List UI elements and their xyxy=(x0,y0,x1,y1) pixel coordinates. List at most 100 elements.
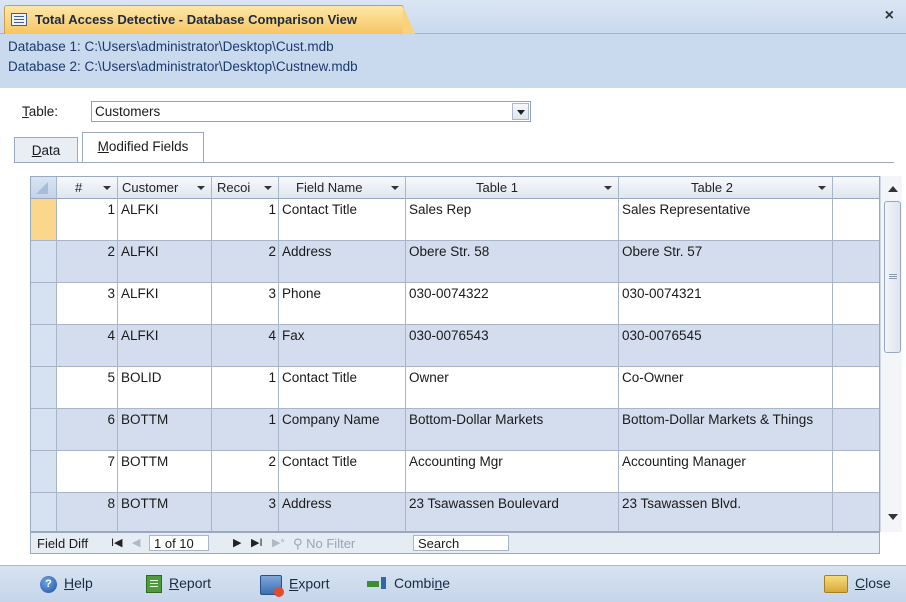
cell-number[interactable]: 6 xyxy=(57,409,118,451)
cell-number[interactable]: 5 xyxy=(57,367,118,409)
table-row[interactable]: 7 BOTTM 2 Contact Title Accounting Mgr Accoun… xyxy=(31,451,879,493)
cell-customer[interactable]: ALFKI xyxy=(118,325,212,367)
cell-number[interactable]: 7 xyxy=(57,451,118,493)
cell-field-name[interactable]: Address xyxy=(279,241,406,283)
cell-blank[interactable] xyxy=(833,493,879,531)
column-header-num[interactable]: # xyxy=(57,177,118,199)
cell-customer[interactable]: BOTTM xyxy=(118,451,212,493)
cell-table-2[interactable]: 030-0076545 xyxy=(619,325,833,367)
table-row[interactable]: 5 BOLID 1 Contact Title Owner Co-Owner xyxy=(31,367,879,409)
cell-customer[interactable]: ALFKI xyxy=(118,283,212,325)
table-row[interactable]: 1 ALFKI 1 Contact Title Sales Rep Sales Repre… xyxy=(31,199,879,241)
cell-number[interactable]: 1 xyxy=(57,199,118,241)
cell-number[interactable]: 4 xyxy=(57,325,118,367)
cell-record[interactable]: 3 xyxy=(212,283,279,325)
table-row[interactable]: 4 ALFKI 4 Fax 030-0076543 030-0076545 xyxy=(31,325,879,367)
export-button[interactable]: Export xyxy=(260,575,329,597)
cell-table-1[interactable]: Bottom-Dollar Markets xyxy=(406,409,619,451)
new-record-icon[interactable]: ▶* xyxy=(272,536,285,549)
row-selector[interactable] xyxy=(31,199,57,241)
close-button[interactable]: Close xyxy=(824,575,891,594)
row-selector[interactable] xyxy=(31,325,57,367)
cell-table-2[interactable]: 030-0074321 xyxy=(619,283,833,325)
table-row[interactable]: 3 ALFKI 3 Phone 030-0074322 030-0074321 xyxy=(31,283,879,325)
cell-field-name[interactable]: Address xyxy=(279,493,406,531)
row-selector[interactable] xyxy=(31,493,57,531)
sort-arrow-icon[interactable] xyxy=(103,186,111,190)
sort-arrow-icon[interactable] xyxy=(197,186,205,190)
close-icon[interactable]: × xyxy=(885,8,894,24)
cell-blank[interactable] xyxy=(833,409,879,451)
sort-arrow-icon[interactable] xyxy=(391,186,399,190)
cell-table-1[interactable]: Owner xyxy=(406,367,619,409)
select-all-button[interactable] xyxy=(31,177,57,199)
cell-record[interactable]: 2 xyxy=(212,451,279,493)
table-row[interactable]: 8 BOTTM 3 Address 23 Tsawassen Boulevard 23 T… xyxy=(31,493,879,531)
cell-blank[interactable] xyxy=(833,367,879,409)
cell-customer[interactable]: BOLID xyxy=(118,367,212,409)
cell-field-name[interactable]: Contact Title xyxy=(279,367,406,409)
combine-button[interactable]: Combine xyxy=(367,575,450,591)
sort-arrow-icon[interactable] xyxy=(264,186,272,190)
tab-modified-fields[interactable]: Modified Fields xyxy=(82,132,204,163)
cell-blank[interactable] xyxy=(833,451,879,493)
cell-blank[interactable] xyxy=(833,199,879,241)
column-header-customer[interactable]: Customer xyxy=(118,177,212,199)
cell-number[interactable]: 2 xyxy=(57,241,118,283)
cell-record[interactable]: 4 xyxy=(212,325,279,367)
row-selector[interactable] xyxy=(31,283,57,325)
column-header-record[interactable]: Recoi xyxy=(212,177,279,199)
cell-table-2[interactable]: 23 Tsawassen Blvd. xyxy=(619,493,833,531)
sort-arrow-icon[interactable] xyxy=(818,186,826,190)
table-row[interactable]: 2 ALFKI 2 Address Obere Str. 58 Obere Str. 57 xyxy=(31,241,879,283)
row-selector[interactable] xyxy=(31,451,57,493)
cell-record[interactable]: 1 xyxy=(212,199,279,241)
cell-field-name[interactable]: Fax xyxy=(279,325,406,367)
cell-blank[interactable] xyxy=(833,325,879,367)
sort-arrow-icon[interactable] xyxy=(604,186,612,190)
cell-record[interactable]: 3 xyxy=(212,493,279,531)
cell-customer[interactable]: BOTTM xyxy=(118,493,212,531)
cell-table-1[interactable]: 23 Tsawassen Boulevard xyxy=(406,493,619,531)
help-button[interactable]: ? Help xyxy=(40,575,93,593)
scroll-down-icon[interactable] xyxy=(888,514,898,520)
cell-field-name[interactable]: Phone xyxy=(279,283,406,325)
next-record-icon[interactable]: ▶ xyxy=(233,536,241,549)
cell-table-2[interactable]: Co-Owner xyxy=(619,367,833,409)
cell-customer[interactable]: BOTTM xyxy=(118,409,212,451)
scroll-thumb[interactable] xyxy=(884,201,901,353)
cell-customer[interactable]: ALFKI xyxy=(118,199,212,241)
record-position-field[interactable]: 1 of 10 xyxy=(149,535,209,551)
first-record-icon[interactable]: I◀ xyxy=(111,536,123,549)
cell-table-1[interactable]: Sales Rep xyxy=(406,199,619,241)
cell-blank[interactable] xyxy=(833,241,879,283)
chevron-down-icon[interactable] xyxy=(512,103,529,120)
cell-record[interactable]: 1 xyxy=(212,367,279,409)
column-header-field-name[interactable]: Field Name xyxy=(279,177,406,199)
row-selector[interactable] xyxy=(31,367,57,409)
cell-customer[interactable]: ALFKI xyxy=(118,241,212,283)
cell-table-2[interactable]: Accounting Manager xyxy=(619,451,833,493)
report-button[interactable]: Report xyxy=(146,575,211,594)
cell-table-2[interactable]: Obere Str. 57 xyxy=(619,241,833,283)
tab-data[interactable]: Data xyxy=(14,137,78,163)
row-selector[interactable] xyxy=(31,241,57,283)
cell-table-2[interactable]: Bottom-Dollar Markets & Things xyxy=(619,409,833,451)
cell-record[interactable]: 2 xyxy=(212,241,279,283)
row-selector[interactable] xyxy=(31,409,57,451)
column-header-table-1[interactable]: Table 1 xyxy=(406,177,619,199)
last-record-icon[interactable]: ▶I xyxy=(251,536,263,549)
cell-table-1[interactable]: 030-0074322 xyxy=(406,283,619,325)
table-dropdown[interactable]: Customers xyxy=(91,101,531,122)
cell-field-name[interactable]: Company Name xyxy=(279,409,406,451)
previous-record-icon[interactable]: ◀ xyxy=(132,536,140,549)
cell-record[interactable]: 1 xyxy=(212,409,279,451)
cell-field-name[interactable]: Contact Title xyxy=(279,451,406,493)
scroll-up-icon[interactable] xyxy=(888,186,898,192)
column-header-table-2[interactable]: Table 2 xyxy=(619,177,833,199)
cell-table-1[interactable]: Accounting Mgr xyxy=(406,451,619,493)
cell-table-1[interactable]: Obere Str. 58 xyxy=(406,241,619,283)
vertical-scrollbar[interactable] xyxy=(880,176,902,532)
cell-table-2[interactable]: Sales Representative xyxy=(619,199,833,241)
cell-blank[interactable] xyxy=(833,283,879,325)
